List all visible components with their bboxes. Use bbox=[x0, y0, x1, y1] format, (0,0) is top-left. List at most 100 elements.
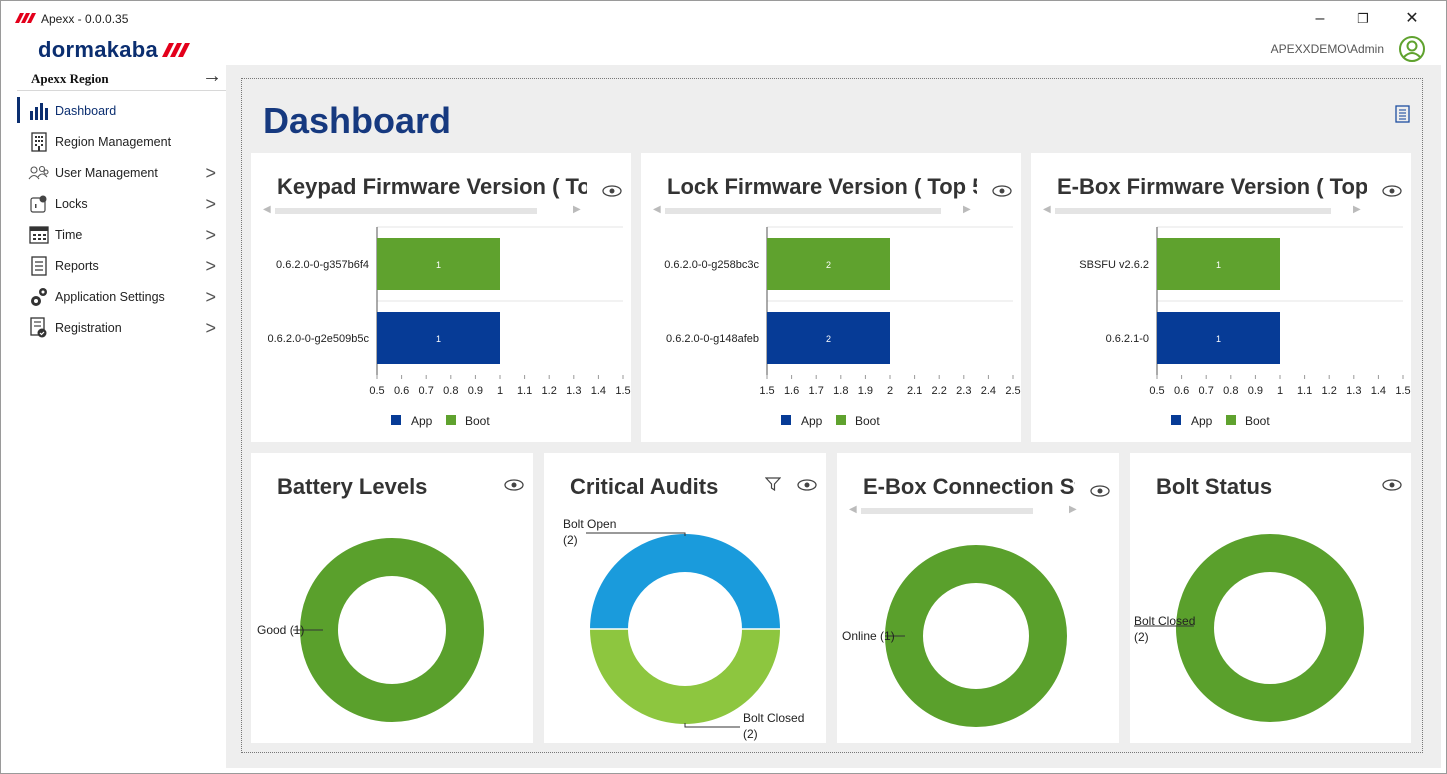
lock-firmware-chart: 0.6.2.0-0-g258bc3c 2 0.6.2.0-0-g148afeb 2 1.… bbox=[664, 226, 1021, 428]
tick-label: 1.5 bbox=[1395, 385, 1410, 397]
legend-swatch-boot bbox=[836, 415, 846, 425]
category-label: 0.6.2.1-0 bbox=[1106, 333, 1149, 345]
tick-label: 0.9 bbox=[1248, 385, 1263, 397]
sidebar-item-region-management[interactable]: Region Management bbox=[17, 126, 226, 157]
tick-label: 1.9 bbox=[858, 385, 873, 397]
legend-swatch-app bbox=[781, 415, 791, 425]
calendar-icon bbox=[27, 224, 51, 246]
legend-label-app: App bbox=[801, 414, 823, 428]
slice-label: Bolt Closed bbox=[1134, 614, 1195, 628]
arrow-right-icon[interactable]: → bbox=[202, 65, 222, 88]
tick-label: 1.3 bbox=[566, 385, 581, 397]
ebox-firmware-chart: SBSFU v2.6.2 1 0.6.2.1-0 1 0.5 0.6 0.7 0.8 0.9 1 1… bbox=[1079, 226, 1411, 428]
bar-chart-icon bbox=[27, 100, 51, 122]
tick-label: 2.2 bbox=[932, 385, 947, 397]
tick-label: 2.5 bbox=[1005, 385, 1020, 397]
tick-label: 2.3 bbox=[956, 385, 971, 397]
sidebar-item-application-settings[interactable]: Application Settings > bbox=[17, 281, 226, 312]
document-icon[interactable] bbox=[1395, 105, 1411, 123]
lock-icon bbox=[27, 193, 51, 215]
tick-label: 0.8 bbox=[443, 385, 458, 397]
app-logo-icon bbox=[15, 13, 36, 23]
data-label: 2 bbox=[826, 334, 831, 344]
legend-label-boot: Boot bbox=[465, 414, 490, 428]
tick-label: 2 bbox=[887, 385, 893, 397]
legend-label-boot: Boot bbox=[855, 414, 880, 428]
region-selector[interactable]: Apexx Region → bbox=[17, 65, 226, 91]
gears-icon bbox=[27, 286, 51, 308]
title-bar: Apexx - 0.0.0.35 – ❐ ✕ bbox=[1, 1, 1446, 35]
sidebar-item-label: Dashboard bbox=[55, 103, 117, 118]
legend-swatch-app bbox=[391, 415, 401, 425]
slice-label: (2) bbox=[563, 533, 578, 547]
close-button[interactable]: ✕ bbox=[1395, 7, 1429, 31]
sidebar-item-time[interactable]: Time > bbox=[17, 219, 226, 250]
legend-swatch-boot bbox=[1226, 415, 1236, 425]
report-icon bbox=[27, 255, 51, 277]
sidebar-item-label: Application Settings bbox=[55, 289, 165, 304]
tick-label: 2.4 bbox=[981, 385, 996, 397]
donut-slice-bolt-closed bbox=[590, 629, 780, 724]
data-label: 2 bbox=[826, 260, 831, 270]
chevron-right-icon[interactable]: > bbox=[205, 256, 216, 277]
tick-label: 1.2 bbox=[1322, 385, 1337, 397]
minimize-button[interactable]: – bbox=[1303, 7, 1337, 31]
sidebar: Apexx Region → Dashboard Region Manageme… bbox=[17, 65, 226, 765]
legend-label-app: App bbox=[1191, 414, 1213, 428]
tick-label: 1.8 bbox=[833, 385, 848, 397]
page-title: Dashboard bbox=[263, 100, 452, 141]
tick-label: 1.6 bbox=[784, 385, 799, 397]
keypad-firmware-card: Keypad Firmware Version ( To ◀ ▶ 0.6.2.0… bbox=[251, 153, 631, 442]
sidebar-item-locks[interactable]: Locks > bbox=[17, 188, 226, 219]
sidebar-item-label: Time bbox=[55, 227, 83, 242]
category-label: SBSFU v2.6.2 bbox=[1079, 259, 1149, 271]
sidebar-item-dashboard[interactable]: Dashboard bbox=[17, 95, 226, 126]
tick-label: 0.7 bbox=[1199, 385, 1214, 397]
app-window: Apexx - 0.0.0.35 – ❐ ✕ dormakaba APEXXDE… bbox=[0, 0, 1447, 774]
brand-name: dormakaba bbox=[38, 37, 159, 62]
tick-label: 1.5 bbox=[759, 385, 774, 397]
ebox-firmware-card: E-Box Firmware Version ( Top ◀ ▶ SBSFU v… bbox=[1031, 153, 1411, 442]
tick-label: 0.8 bbox=[1223, 385, 1238, 397]
user-name: APEXXDEMO\Admin bbox=[1270, 42, 1384, 56]
data-label: 1 bbox=[1216, 260, 1221, 270]
ebox-connection-chart: Online (1) bbox=[842, 545, 1067, 727]
tick-label: 1.5 bbox=[615, 385, 630, 397]
tick-label: 1.7 bbox=[809, 385, 824, 397]
chevron-right-icon[interactable]: > bbox=[205, 287, 216, 308]
chevron-right-icon[interactable]: > bbox=[205, 318, 216, 339]
sidebar-item-label: Locks bbox=[55, 196, 88, 211]
user-avatar-icon[interactable] bbox=[1398, 35, 1426, 63]
maximize-button[interactable]: ❐ bbox=[1346, 7, 1380, 31]
slice-label: Online (1) bbox=[842, 629, 895, 643]
brand-logo: dormakaba bbox=[38, 37, 191, 63]
sidebar-item-user-management[interactable]: User Management > bbox=[17, 157, 226, 188]
critical-audits-chart: Bolt Open (2) Bolt Closed (2) bbox=[563, 517, 804, 741]
slice-label: (2) bbox=[743, 727, 758, 741]
chevron-right-icon[interactable]: > bbox=[205, 163, 216, 184]
sidebar-item-reports[interactable]: Reports > bbox=[17, 250, 226, 281]
registration-icon bbox=[27, 316, 51, 339]
tick-label: 0.6 bbox=[394, 385, 409, 397]
data-label: 1 bbox=[436, 334, 441, 344]
donut-slice bbox=[885, 545, 1067, 727]
sidebar-item-label: Reports bbox=[55, 258, 99, 273]
donut-slice bbox=[300, 538, 484, 722]
chevron-right-icon[interactable]: > bbox=[205, 194, 216, 215]
battery-levels-card: Battery Levels Good (1) bbox=[251, 453, 533, 743]
bolt-status-chart: Bolt Closed (2) bbox=[1134, 534, 1364, 722]
ebox-connection-card: E-Box Connection St ◀ ▶ Online (1) bbox=[837, 453, 1119, 743]
tick-label: 1.2 bbox=[542, 385, 557, 397]
tick-label: 0.7 bbox=[419, 385, 434, 397]
legend-label-app: App bbox=[411, 414, 433, 428]
sidebar-item-registration[interactable]: Registration > bbox=[17, 312, 226, 343]
chevron-right-icon[interactable]: > bbox=[205, 225, 216, 246]
sidebar-item-label: Region Management bbox=[55, 134, 172, 149]
donut-slice bbox=[1176, 534, 1364, 722]
tick-label: 0.9 bbox=[468, 385, 483, 397]
sidebar-item-label: User Management bbox=[55, 165, 158, 180]
tick-label: 0.5 bbox=[1149, 385, 1164, 397]
category-label: 0.6.2.0-0-g357b6f4 bbox=[276, 259, 369, 271]
slice-label: (2) bbox=[1134, 630, 1149, 644]
keypad-firmware-chart: 0.6.2.0-0-g357b6f4 1 0.6.2.0-0-g2e509b5c 1 0… bbox=[267, 226, 631, 428]
